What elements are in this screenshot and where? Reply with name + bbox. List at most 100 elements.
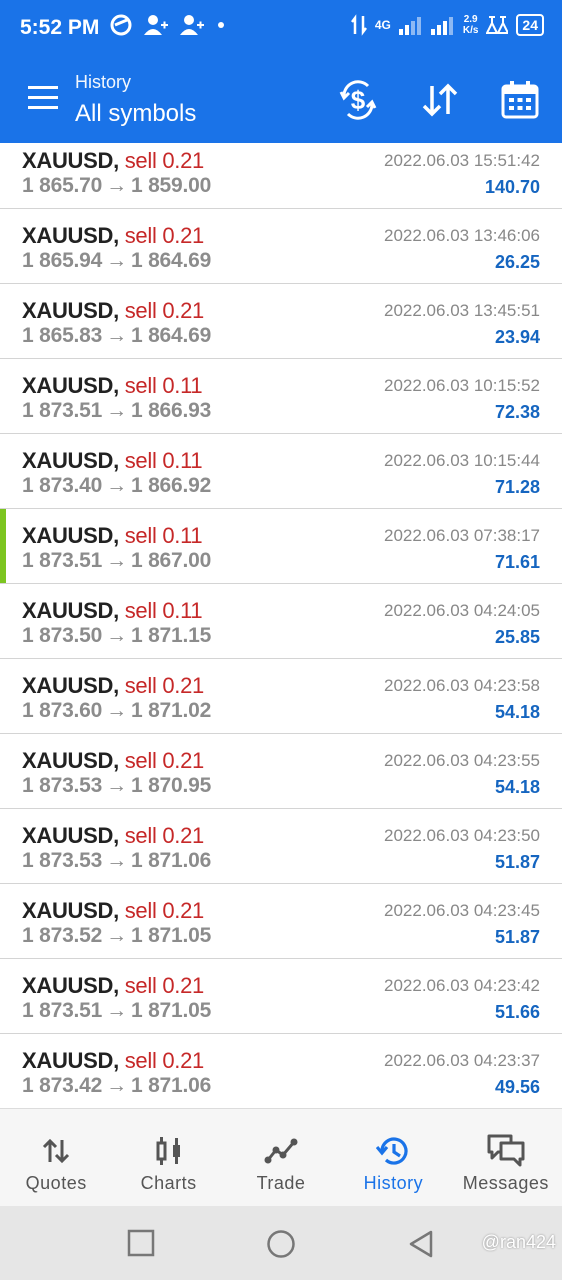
tab-trade-label: Trade xyxy=(256,1173,306,1193)
price-arrow-icon: → xyxy=(106,1074,127,1097)
deal-row-selected[interactable]: XAUUSD, sell 0.11 1 873.51 → 1 867.00 2022… xyxy=(0,509,562,584)
deal-row[interactable]: XAUUSD, sell 0.11 1 873.40 → 1 866.92 2022… xyxy=(0,434,562,509)
deal-profit: 72.38 xyxy=(494,402,540,422)
deal-close-price: 1 866.92 xyxy=(130,474,212,497)
deal-profit: 71.28 xyxy=(494,477,540,497)
deal-profit: 26.25 xyxy=(494,252,540,272)
deal-side-volume: sell 0.21 xyxy=(124,973,205,998)
deal-side-volume: sell 0.21 xyxy=(124,298,205,323)
deal-close-price: 1 871.05 xyxy=(130,924,212,947)
sort-button[interactable] xyxy=(420,80,460,120)
data-transfer-icon xyxy=(350,14,367,36)
deal-side-volume: sell 0.11 xyxy=(124,523,203,548)
price-arrow-icon: → xyxy=(106,849,127,872)
deal-datetime: 2022.06.03 04:23:42 xyxy=(384,976,540,995)
tab-quotes-label: Quotes xyxy=(25,1173,87,1193)
deal-side-volume: sell 0.21 xyxy=(124,1048,205,1073)
deal-symbol: XAUUSD, xyxy=(22,223,119,248)
deal-profit: 25.85 xyxy=(494,627,540,647)
calendar-icon xyxy=(501,81,539,119)
page-title[interactable]: All symbols xyxy=(75,100,196,128)
deal-close-price: 1 870.95 xyxy=(130,774,212,797)
deal-row[interactable]: XAUUSD, sell 0.21 1 873.42 → 1 871.06 2022… xyxy=(0,1034,562,1108)
deal-symbol: XAUUSD, xyxy=(22,748,119,773)
quotes-icon xyxy=(43,1138,70,1164)
deal-side-volume: sell 0.21 xyxy=(124,748,205,773)
deal-row[interactable]: XAUUSD, sell 0.21 1 873.60 → 1 871.02 2022… xyxy=(0,659,562,734)
tab-messages[interactable]: Messages xyxy=(450,1109,562,1206)
deal-symbol: XAUUSD, xyxy=(22,373,119,398)
deposit-withdraw-button[interactable]: $ xyxy=(338,80,378,120)
deal-symbol: XAUUSD, xyxy=(22,898,119,923)
deal-row[interactable]: XAUUSD, sell 0.11 1 873.50 → 1 871.15 2022… xyxy=(0,584,562,659)
deal-open-price: 1 873.40 xyxy=(22,474,103,497)
deal-open-price: 1 865.70 xyxy=(22,174,103,197)
deal-row[interactable]: XAUUSD, sell 0.21 1 873.52 → 1 871.05 2022… xyxy=(0,884,562,959)
deal-side-volume: sell 0.21 xyxy=(124,148,205,173)
status-left-icons xyxy=(110,14,226,36)
candlestick-chart-icon xyxy=(156,1137,180,1165)
app-bar: History All symbols $ xyxy=(0,58,562,143)
deal-side-volume: sell 0.11 xyxy=(124,448,203,473)
deal-open-price: 1 873.51 xyxy=(22,399,103,422)
deal-datetime: 2022.06.03 15:51:42 xyxy=(384,151,540,170)
deal-row[interactable]: XAUUSD, sell 0.21 1 873.53 → 1 871.06 2022… xyxy=(0,809,562,884)
deal-datetime: 2022.06.03 13:45:51 xyxy=(384,301,540,320)
deal-datetime: 2022.06.03 04:23:50 xyxy=(384,826,540,845)
deal-datetime: 2022.06.03 04:23:55 xyxy=(384,751,540,770)
calendar-button[interactable] xyxy=(500,80,540,120)
deal-row[interactable]: XAUUSD, sell 0.21 1 865.83 → 1 864.69 2022… xyxy=(0,284,562,359)
deal-close-price: 1 866.93 xyxy=(130,399,212,422)
deal-open-price: 1 873.60 xyxy=(22,699,103,722)
speed-value: 2.9 xyxy=(463,14,478,25)
deal-profit: 54.18 xyxy=(494,702,540,722)
deal-datetime: 2022.06.03 04:23:45 xyxy=(384,901,540,920)
app-notification-icon xyxy=(110,14,132,36)
person-add-icon xyxy=(144,15,168,35)
speed-unit: K/s xyxy=(462,25,479,36)
history-list[interactable]: XAUUSD, sell 0.21 1 865.70 → 1 859.00 2022… xyxy=(0,143,562,1108)
price-arrow-icon: → xyxy=(106,474,127,497)
network-type: 4G xyxy=(374,18,391,32)
bottom-navigation: Quotes Charts Trade History Messages xyxy=(0,1108,562,1206)
signal-icon xyxy=(430,17,453,35)
page-subtitle: History xyxy=(75,72,132,92)
deal-symbol: XAUUSD, xyxy=(22,298,119,323)
deal-symbol: XAUUSD, xyxy=(22,598,119,623)
tab-messages-label: Messages xyxy=(462,1173,549,1193)
home-icon[interactable] xyxy=(266,1229,296,1259)
deal-row[interactable]: XAUUSD, sell 0.21 1 865.94 → 1 864.69 2022… xyxy=(0,209,562,284)
recents-icon[interactable] xyxy=(127,1229,155,1257)
deal-open-price: 1 865.94 xyxy=(22,249,103,272)
menu-icon[interactable] xyxy=(28,86,58,110)
deal-datetime: 2022.06.03 10:15:44 xyxy=(384,451,540,470)
deal-row[interactable]: XAUUSD, sell 0.21 1 873.53 → 1 870.95 2022… xyxy=(0,734,562,809)
deal-close-price: 1 864.69 xyxy=(130,324,212,347)
deal-row[interactable]: XAUUSD, sell 0.21 1 865.70 → 1 859.00 2022… xyxy=(0,143,562,209)
tab-trade[interactable]: Trade xyxy=(225,1109,337,1206)
deal-open-price: 1 873.51 xyxy=(22,549,103,572)
tab-history-label: History xyxy=(363,1173,424,1193)
price-arrow-icon: → xyxy=(106,924,127,947)
sort-icon xyxy=(422,83,458,117)
status-bar: 5:52 PM 4G 2.9 K/s 24 xyxy=(0,0,562,58)
dot-icon xyxy=(218,22,224,28)
tab-quotes[interactable]: Quotes xyxy=(0,1109,112,1206)
price-arrow-icon: → xyxy=(106,324,127,347)
back-icon[interactable] xyxy=(408,1229,434,1259)
deal-open-price: 1 865.83 xyxy=(22,324,103,347)
tab-history[interactable]: History xyxy=(337,1109,449,1206)
deal-row[interactable]: XAUUSD, sell 0.11 1 873.51 → 1 866.93 2022… xyxy=(0,359,562,434)
deal-close-price: 1 871.05 xyxy=(130,999,212,1022)
tab-charts[interactable]: Charts xyxy=(112,1109,224,1206)
deal-profit: 51.87 xyxy=(494,927,540,947)
price-arrow-icon: → xyxy=(106,624,127,647)
deal-open-price: 1 873.52 xyxy=(22,924,103,947)
deal-datetime: 2022.06.03 04:24:05 xyxy=(384,601,540,620)
deal-profit: 140.70 xyxy=(484,177,540,197)
deal-row[interactable]: XAUUSD, sell 0.21 1 873.51 → 1 871.05 2022… xyxy=(0,959,562,1034)
deal-symbol: XAUUSD, xyxy=(22,973,119,998)
price-arrow-icon: → xyxy=(106,399,127,422)
deal-symbol: XAUUSD, xyxy=(22,823,119,848)
deal-profit: 51.87 xyxy=(494,852,540,872)
